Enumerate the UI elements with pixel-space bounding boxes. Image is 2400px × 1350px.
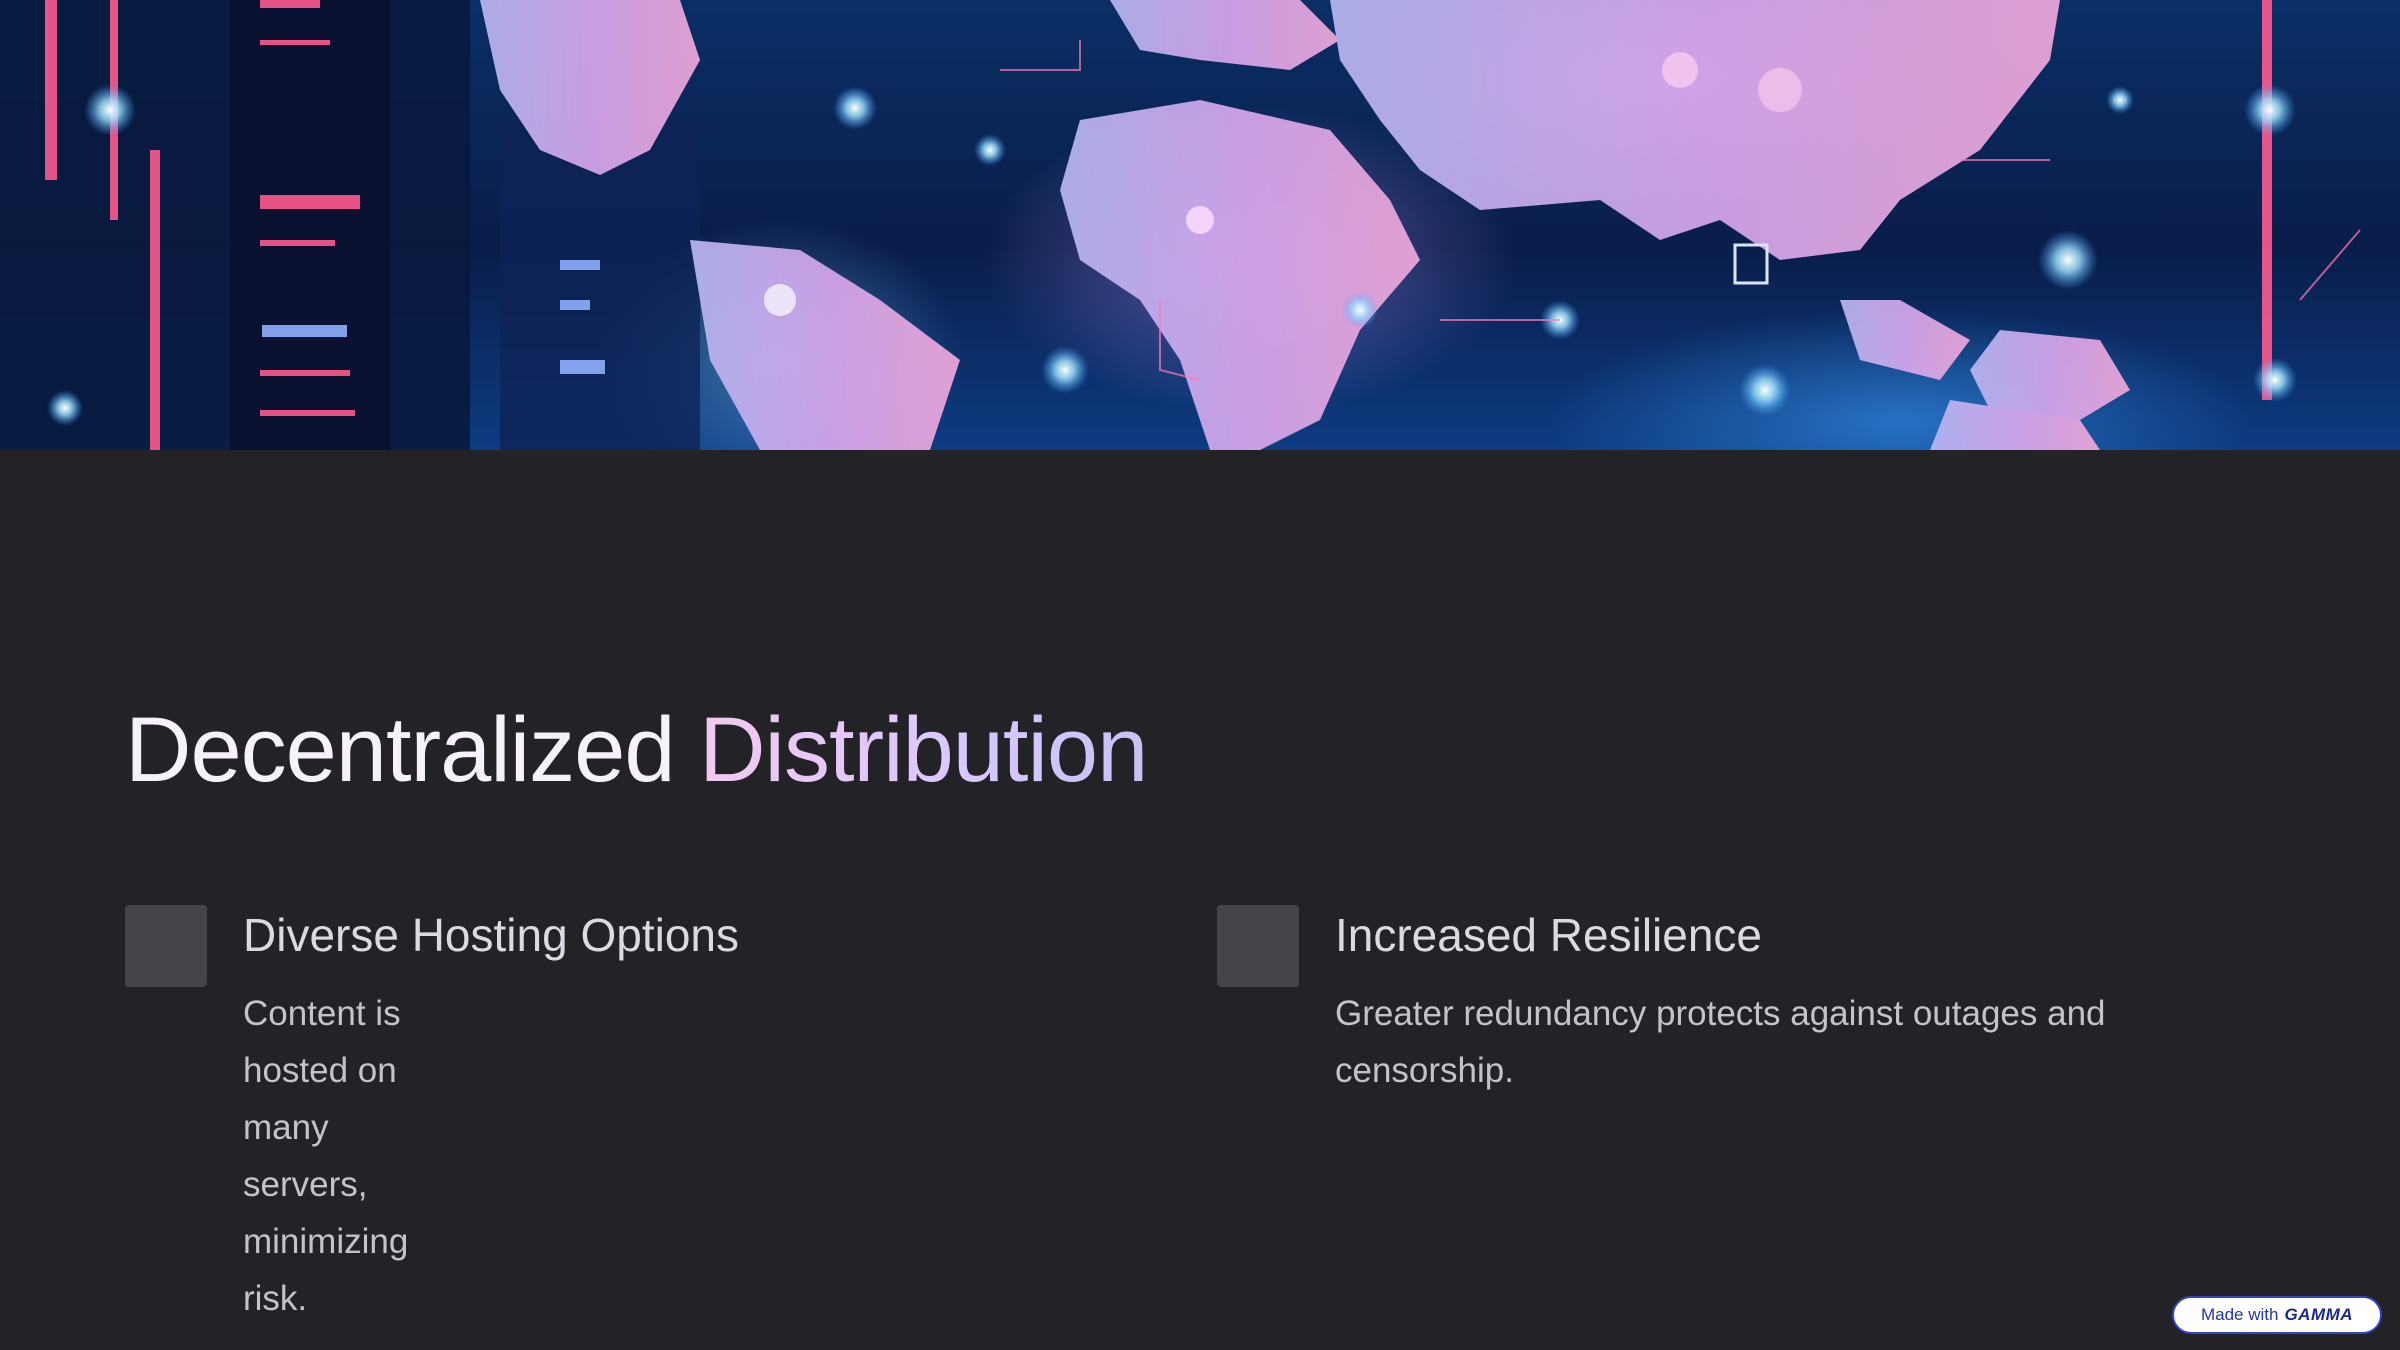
title-word-decentralized: Decentralized xyxy=(125,699,676,801)
feature-title: Increased Resilience xyxy=(1335,909,1763,961)
world-map-network-image xyxy=(0,0,2400,450)
feature-icon-placeholder xyxy=(125,905,207,987)
badge-prefix: Made with xyxy=(2200,1305,2279,1324)
hero-illustration xyxy=(0,0,2361,450)
page-title: Decentralized Distribution xyxy=(125,699,1148,801)
feature-description: Greater redundancy protects against outa… xyxy=(1335,994,2106,1090)
gamma-logo: GAMMA xyxy=(2284,1305,2354,1324)
feature-description: Content is hosted on many servers, minim… xyxy=(243,994,409,1318)
title-word-distribution: Distribution xyxy=(699,699,1148,801)
feature-title: Diverse Hosting Options xyxy=(243,909,739,961)
made-with-gamma-badge[interactable]: Made with GAMMA xyxy=(2172,1296,2382,1334)
feature-icon-placeholder xyxy=(1217,905,1299,987)
